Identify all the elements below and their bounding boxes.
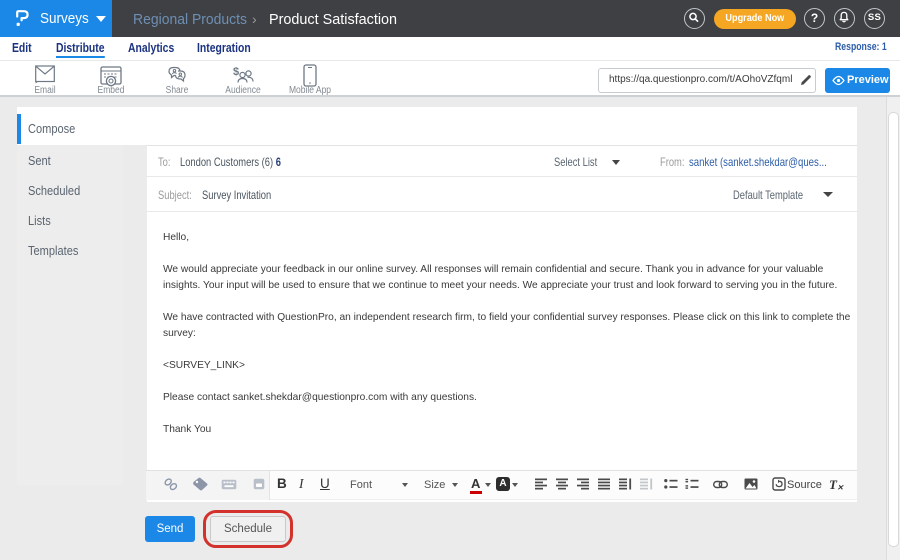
svg-text:$: $: [233, 66, 239, 78]
